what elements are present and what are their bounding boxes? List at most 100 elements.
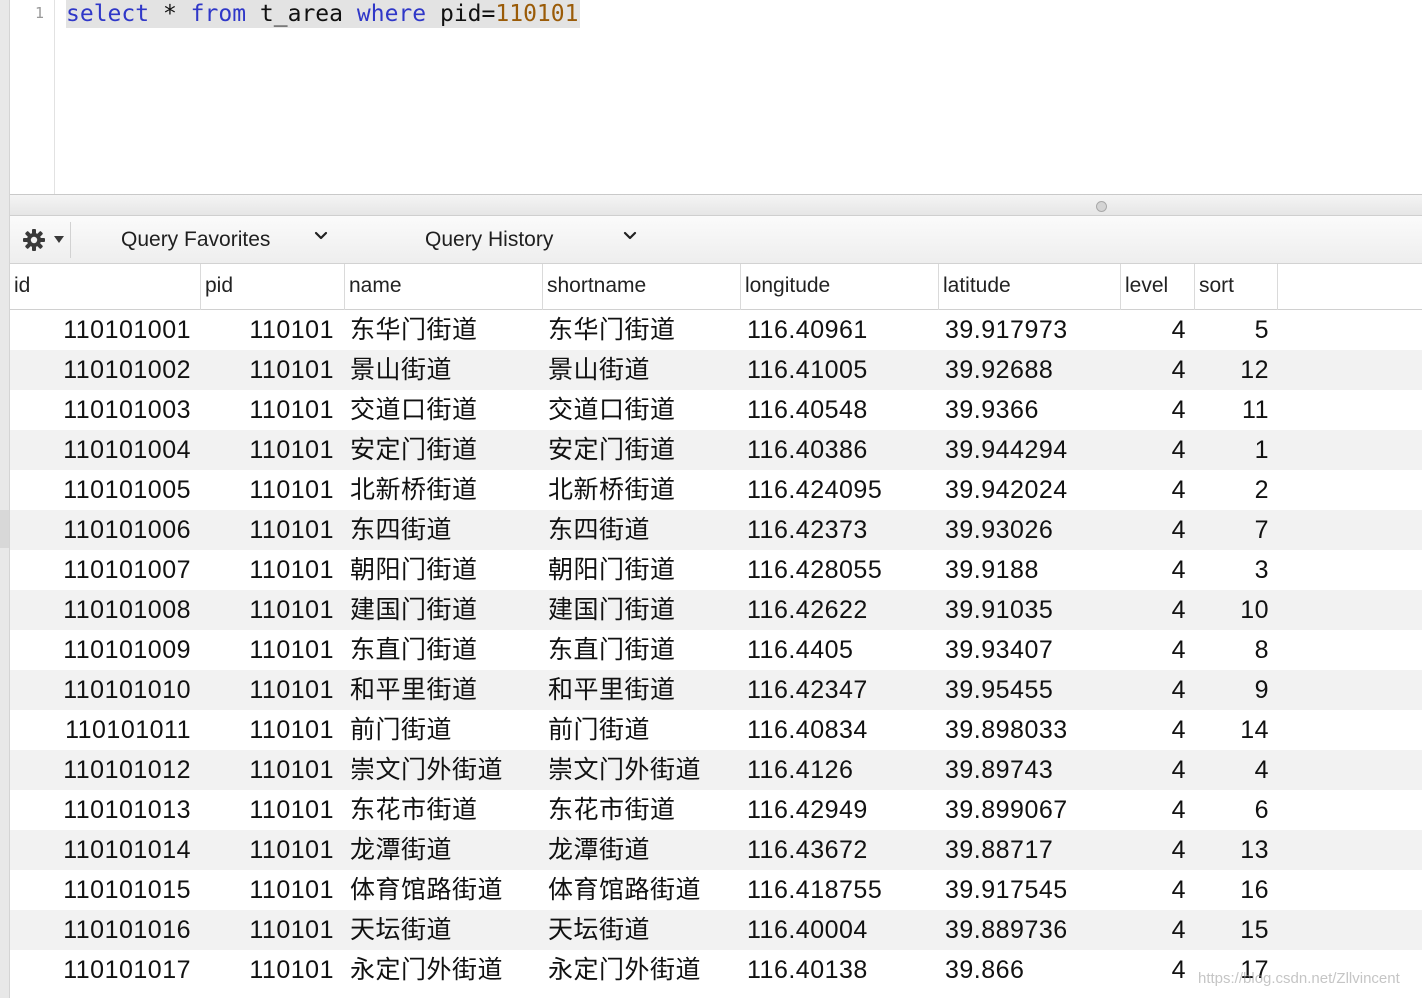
cell-shortname[interactable]: 和平里街道 [548, 670, 738, 710]
cell-id[interactable]: 110101014 [10, 830, 191, 870]
cell-shortname[interactable]: 天坛街道 [548, 910, 738, 950]
cell-sort[interactable]: 1 [1194, 430, 1269, 470]
cell-latitude[interactable]: 39.942024 [945, 470, 1120, 510]
table-row[interactable]: 110101011 110101 前门街道 前门街道 116.40834 39.89803… [10, 710, 1422, 750]
cell-latitude[interactable]: 39.889736 [945, 910, 1120, 950]
cell-latitude[interactable]: 39.91035 [945, 590, 1120, 630]
cell-sort[interactable]: 4 [1194, 750, 1269, 790]
cell-latitude[interactable]: 39.88717 [945, 830, 1120, 870]
cell-name[interactable]: 龙潭街道 [350, 830, 540, 870]
sql-editor[interactable]: 1 select * from t_area where pid=110101 [10, 0, 1422, 194]
table-row[interactable]: 110101004 110101 安定门街道 安定门街道 116.40386 39.944… [10, 430, 1422, 470]
cell-name[interactable]: 北新桥街道 [350, 470, 540, 510]
cell-shortname[interactable]: 交道口街道 [548, 390, 738, 430]
sql-query-line[interactable]: select * from t_area where pid=110101 [66, 0, 581, 28]
cell-shortname[interactable]: 崇文门外街道 [548, 750, 738, 790]
cell-longitude[interactable]: 116.42347 [747, 670, 937, 710]
column-header-longitude[interactable]: longitude [740, 264, 938, 310]
cell-id[interactable]: 110101004 [10, 430, 191, 470]
cell-longitude[interactable]: 116.42949 [747, 790, 937, 830]
column-header-pid[interactable]: pid [200, 264, 344, 310]
cell-latitude[interactable]: 39.92688 [945, 350, 1120, 390]
cell-id[interactable]: 110101005 [10, 470, 191, 510]
cell-shortname[interactable]: 建国门街道 [548, 590, 738, 630]
cell-pid[interactable]: 110101 [200, 710, 334, 750]
cell-level[interactable]: 4 [1120, 470, 1186, 510]
cell-longitude[interactable]: 116.42622 [747, 590, 937, 630]
cell-longitude[interactable]: 116.40834 [747, 710, 937, 750]
cell-level[interactable]: 4 [1120, 710, 1186, 750]
cell-longitude[interactable]: 116.418755 [747, 870, 937, 910]
cell-name[interactable]: 交道口街道 [350, 390, 540, 430]
cell-latitude[interactable]: 39.917545 [945, 870, 1120, 910]
cell-latitude[interactable]: 39.93026 [945, 510, 1120, 550]
cell-pid[interactable]: 110101 [200, 790, 334, 830]
cell-level[interactable]: 4 [1120, 870, 1186, 910]
pane-splitter[interactable] [10, 194, 1422, 216]
cell-sort[interactable]: 13 [1194, 830, 1269, 870]
cell-longitude[interactable]: 116.43672 [747, 830, 937, 870]
table-row[interactable]: 110101016 110101 天坛街道 天坛街道 116.40004 39.88973… [10, 910, 1422, 950]
cell-latitude[interactable]: 39.93407 [945, 630, 1120, 670]
cell-level[interactable]: 4 [1120, 790, 1186, 830]
cell-level[interactable]: 4 [1120, 510, 1186, 550]
cell-pid[interactable]: 110101 [200, 950, 334, 990]
column-header-level[interactable]: level [1120, 264, 1194, 310]
column-header-shortname[interactable]: shortname [542, 264, 740, 310]
cell-level[interactable]: 4 [1120, 310, 1186, 350]
column-header-sort[interactable]: sort [1194, 264, 1277, 310]
cell-level[interactable]: 4 [1120, 830, 1186, 870]
cell-pid[interactable]: 110101 [200, 630, 334, 670]
cell-level[interactable]: 4 [1120, 630, 1186, 670]
column-header-latitude[interactable]: latitude [938, 264, 1120, 310]
cell-name[interactable]: 崇文门外街道 [350, 750, 540, 790]
cell-sort[interactable]: 8 [1194, 630, 1269, 670]
cell-shortname[interactable]: 前门街道 [548, 710, 738, 750]
cell-level[interactable]: 4 [1120, 590, 1186, 630]
cell-shortname[interactable]: 龙潭街道 [548, 830, 738, 870]
table-row[interactable]: 110101010 110101 和平里街道 和平里街道 116.42347 39.954… [10, 670, 1422, 710]
cell-sort[interactable]: 5 [1194, 310, 1269, 350]
cell-name[interactable]: 安定门街道 [350, 430, 540, 470]
cell-sort[interactable]: 9 [1194, 670, 1269, 710]
cell-pid[interactable]: 110101 [200, 590, 334, 630]
cell-longitude[interactable]: 116.42373 [747, 510, 937, 550]
table-row[interactable]: 110101001 110101 东华门街道 东华门街道 116.40961 39.917… [10, 310, 1422, 350]
gear-menu-button[interactable] [16, 224, 64, 254]
table-row[interactable]: 110101014 110101 龙潭街道 龙潭街道 116.43672 39.88717… [10, 830, 1422, 870]
cell-sort[interactable]: 3 [1194, 550, 1269, 590]
cell-pid[interactable]: 110101 [200, 390, 334, 430]
cell-longitude[interactable]: 116.424095 [747, 470, 937, 510]
table-row[interactable]: 110101005 110101 北新桥街道 北新桥街道 116.424095 39.94… [10, 470, 1422, 510]
cell-id[interactable]: 110101007 [10, 550, 191, 590]
cell-longitude[interactable]: 116.428055 [747, 550, 937, 590]
cell-shortname[interactable]: 安定门街道 [548, 430, 738, 470]
query-favorites-button[interactable]: Query Favorites [121, 226, 270, 254]
cell-name[interactable]: 景山街道 [350, 350, 540, 390]
cell-level[interactable]: 4 [1120, 350, 1186, 390]
cell-pid[interactable]: 110101 [200, 870, 334, 910]
cell-pid[interactable]: 110101 [200, 670, 334, 710]
cell-sort[interactable]: 14 [1194, 710, 1269, 750]
cell-shortname[interactable]: 东华门街道 [548, 310, 738, 350]
cell-longitude[interactable]: 116.40004 [747, 910, 937, 950]
cell-pid[interactable]: 110101 [200, 830, 334, 870]
table-row[interactable]: 110101003 110101 交道口街道 交道口街道 116.40548 39.936… [10, 390, 1422, 430]
cell-id[interactable]: 110101010 [10, 670, 191, 710]
cell-id[interactable]: 110101016 [10, 910, 191, 950]
cell-id[interactable]: 110101013 [10, 790, 191, 830]
cell-level[interactable]: 4 [1120, 670, 1186, 710]
query-history-button[interactable]: Query History [425, 226, 553, 254]
cell-level[interactable]: 4 [1120, 390, 1186, 430]
cell-name[interactable]: 永定门外街道 [350, 950, 540, 990]
cell-sort[interactable]: 15 [1194, 910, 1269, 950]
cell-id[interactable]: 110101008 [10, 590, 191, 630]
cell-latitude[interactable]: 39.898033 [945, 710, 1120, 750]
cell-pid[interactable]: 110101 [200, 470, 334, 510]
chevron-down-icon[interactable] [622, 228, 638, 244]
cell-shortname[interactable]: 东直门街道 [548, 630, 738, 670]
cell-id[interactable]: 110101012 [10, 750, 191, 790]
cell-name[interactable]: 东四街道 [350, 510, 540, 550]
chevron-down-icon[interactable] [313, 228, 329, 244]
cell-sort[interactable]: 11 [1194, 390, 1269, 430]
